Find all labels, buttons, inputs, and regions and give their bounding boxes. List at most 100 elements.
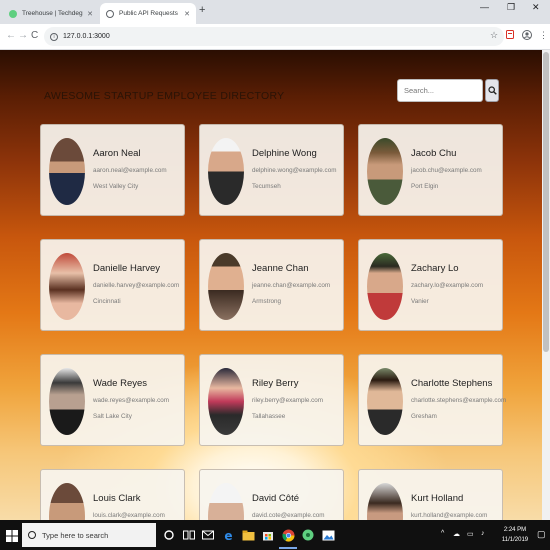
avatar: [208, 483, 244, 520]
scrollbar-thumb[interactable]: [543, 52, 549, 352]
page-scrollbar[interactable]: [542, 50, 550, 520]
avatar: [208, 253, 244, 320]
employee-card[interactable]: Zachary Lo zachary.lo@example.com Vanier: [358, 239, 503, 331]
employee-name: Jeanne Chan: [252, 263, 309, 274]
extension-icon[interactable]: [506, 30, 514, 41]
browser-tab-strip: Treehouse | Techdegree ✕ Public API Requ…: [0, 0, 550, 24]
cortana-icon[interactable]: [161, 527, 177, 543]
start-button[interactable]: [6, 529, 18, 542]
tab-close-icon[interactable]: ✕: [87, 10, 93, 18]
edge-browser-icon[interactable]: e: [220, 527, 236, 543]
chrome-taskbar-icon[interactable]: [279, 527, 297, 549]
taskbar-search-box[interactable]: Type here to search: [22, 523, 156, 547]
employee-city: Tecumseh: [252, 183, 281, 190]
avatar: [367, 483, 403, 520]
globe-favicon-icon: [106, 9, 114, 18]
back-arrow-icon[interactable]: ←: [6, 30, 16, 41]
employee-card[interactable]: Danielle Harvey danielle.harvey@example.…: [40, 239, 185, 331]
employee-city: Gresham: [411, 413, 437, 420]
forward-arrow-icon[interactable]: →: [18, 30, 28, 41]
employee-card[interactable]: Aaron Neal aaron.neal@example.com West V…: [40, 124, 185, 216]
page-title: AWESOME STARTUP EMPLOYEE DIRECTORY: [44, 90, 285, 102]
minimize-icon[interactable]: —: [480, 2, 489, 12]
employee-card[interactable]: Delphine Wong delphine.wong@example.com …: [199, 124, 344, 216]
address-bar[interactable]: i 127.0.0.1:3000: [44, 27, 504, 46]
avatar: [367, 253, 403, 320]
file-explorer-icon[interactable]: [240, 527, 256, 543]
taskbar-search-placeholder: Type here to search: [42, 530, 109, 540]
employee-email: charlotte.stephens@example.com: [411, 397, 507, 404]
employee-name: David Côté: [252, 493, 299, 504]
page-viewport: AWESOME STARTUP EMPLOYEE DIRECTORY Aaron…: [0, 50, 550, 520]
employee-card[interactable]: Wade Reyes wade.reyes@example.com Salt L…: [40, 354, 185, 446]
employee-name: Charlotte Stephens: [411, 378, 493, 389]
employee-city: Salt Lake City: [93, 413, 132, 420]
employee-email: riley.berry@example.com: [252, 397, 324, 404]
tab-treehouse[interactable]: Treehouse | Techdegree ✕: [3, 3, 99, 24]
employee-city: West Valley City: [93, 183, 139, 190]
bookmark-star-icon[interactable]: ☆: [490, 30, 498, 41]
search-button[interactable]: [485, 79, 499, 102]
search-icon: [487, 86, 497, 95]
network-icon[interactable]: ▭: [467, 530, 474, 538]
task-view-icon[interactable]: [181, 527, 197, 543]
employee-city: Port Elgin: [411, 183, 439, 190]
clock-time: 2:24 PM: [503, 527, 527, 533]
tab-public-api-requests[interactable]: Public API Requests ✕: [100, 3, 196, 24]
onedrive-icon[interactable]: ☁: [453, 530, 460, 538]
employee-card[interactable]: Jacob Chu jacob.chu@example.com Port Elg…: [358, 124, 503, 216]
avatar: [49, 253, 85, 320]
employee-card[interactable]: David Côté david.cote@example.com: [199, 469, 344, 520]
window-close-icon[interactable]: ✕: [532, 2, 540, 13]
employee-name: Danielle Harvey: [93, 263, 161, 274]
employee-email: jacob.chu@example.com: [411, 167, 482, 174]
employee-name: Jacob Chu: [411, 148, 457, 159]
tab-close-icon[interactable]: ✕: [184, 10, 190, 18]
search-input[interactable]: [397, 79, 483, 102]
employee-name: Kurt Holland: [411, 493, 464, 504]
employee-card[interactable]: Jeanne Chan jeanne.chan@example.com Arms…: [199, 239, 344, 331]
employee-name: Wade Reyes: [93, 378, 148, 389]
employee-email: kurt.holland@example.com: [411, 512, 488, 519]
employee-city: Armstrong: [252, 298, 282, 305]
profile-avatar-icon[interactable]: [522, 30, 532, 42]
volume-icon[interactable]: ♪: [481, 530, 485, 537]
avatar: [367, 368, 403, 435]
svg-text:e: e: [224, 529, 232, 542]
employee-email: delphine.wong@example.com: [252, 167, 337, 174]
employee-card[interactable]: Louis Clark louis.clark@example.com: [40, 469, 185, 520]
windows-logo-icon: [6, 530, 18, 542]
browser-menu-icon[interactable]: ⋮: [539, 30, 548, 41]
avatar: [49, 483, 85, 520]
system-clock[interactable]: 2:24 PM 11/1/2019: [497, 525, 533, 545]
app-green-icon[interactable]: [300, 527, 316, 543]
tab-title: Treehouse | Techdegree: [22, 10, 83, 17]
clock-date: 11/1/2019: [501, 537, 529, 543]
avatar: [49, 138, 85, 205]
store-icon[interactable]: [260, 527, 276, 543]
browser-toolbar: ← → C i 127.0.0.1:3000 ☆ ⋮: [0, 24, 550, 50]
windows-taskbar: Type here to search e ^ ☁ ▭ ♪ 2:24 PM 11…: [0, 520, 550, 550]
photos-icon[interactable]: [320, 527, 336, 543]
employee-card[interactable]: Charlotte Stephens charlotte.stephens@ex…: [358, 354, 507, 446]
show-hidden-icons-icon[interactable]: ^: [441, 530, 444, 537]
employee-email: wade.reyes@example.com: [93, 397, 170, 404]
reload-icon[interactable]: C: [31, 30, 38, 41]
employee-email: david.cote@example.com: [252, 512, 325, 519]
employee-name: Zachary Lo: [411, 263, 459, 274]
employee-email: jeanne.chan@example.com: [252, 282, 331, 289]
mail-icon[interactable]: [200, 527, 216, 543]
avatar: [208, 138, 244, 205]
employee-card[interactable]: Kurt Holland kurt.holland@example.com: [358, 469, 503, 520]
employee-email: louis.clark@example.com: [93, 512, 165, 519]
notifications-icon[interactable]: ▢: [537, 529, 546, 540]
employee-card[interactable]: Riley Berry riley.berry@example.com Tall…: [199, 354, 344, 446]
new-tab-button[interactable]: +: [199, 4, 205, 16]
employee-email: aaron.neal@example.com: [93, 167, 167, 174]
address-url: 127.0.0.1:3000: [63, 33, 110, 40]
avatar: [49, 368, 85, 435]
employee-email: zachary.lo@example.com: [411, 282, 484, 289]
site-info-icon[interactable]: i: [50, 32, 58, 41]
maximize-icon[interactable]: ❐: [507, 2, 515, 13]
taskbar-search-icon: [28, 531, 36, 539]
